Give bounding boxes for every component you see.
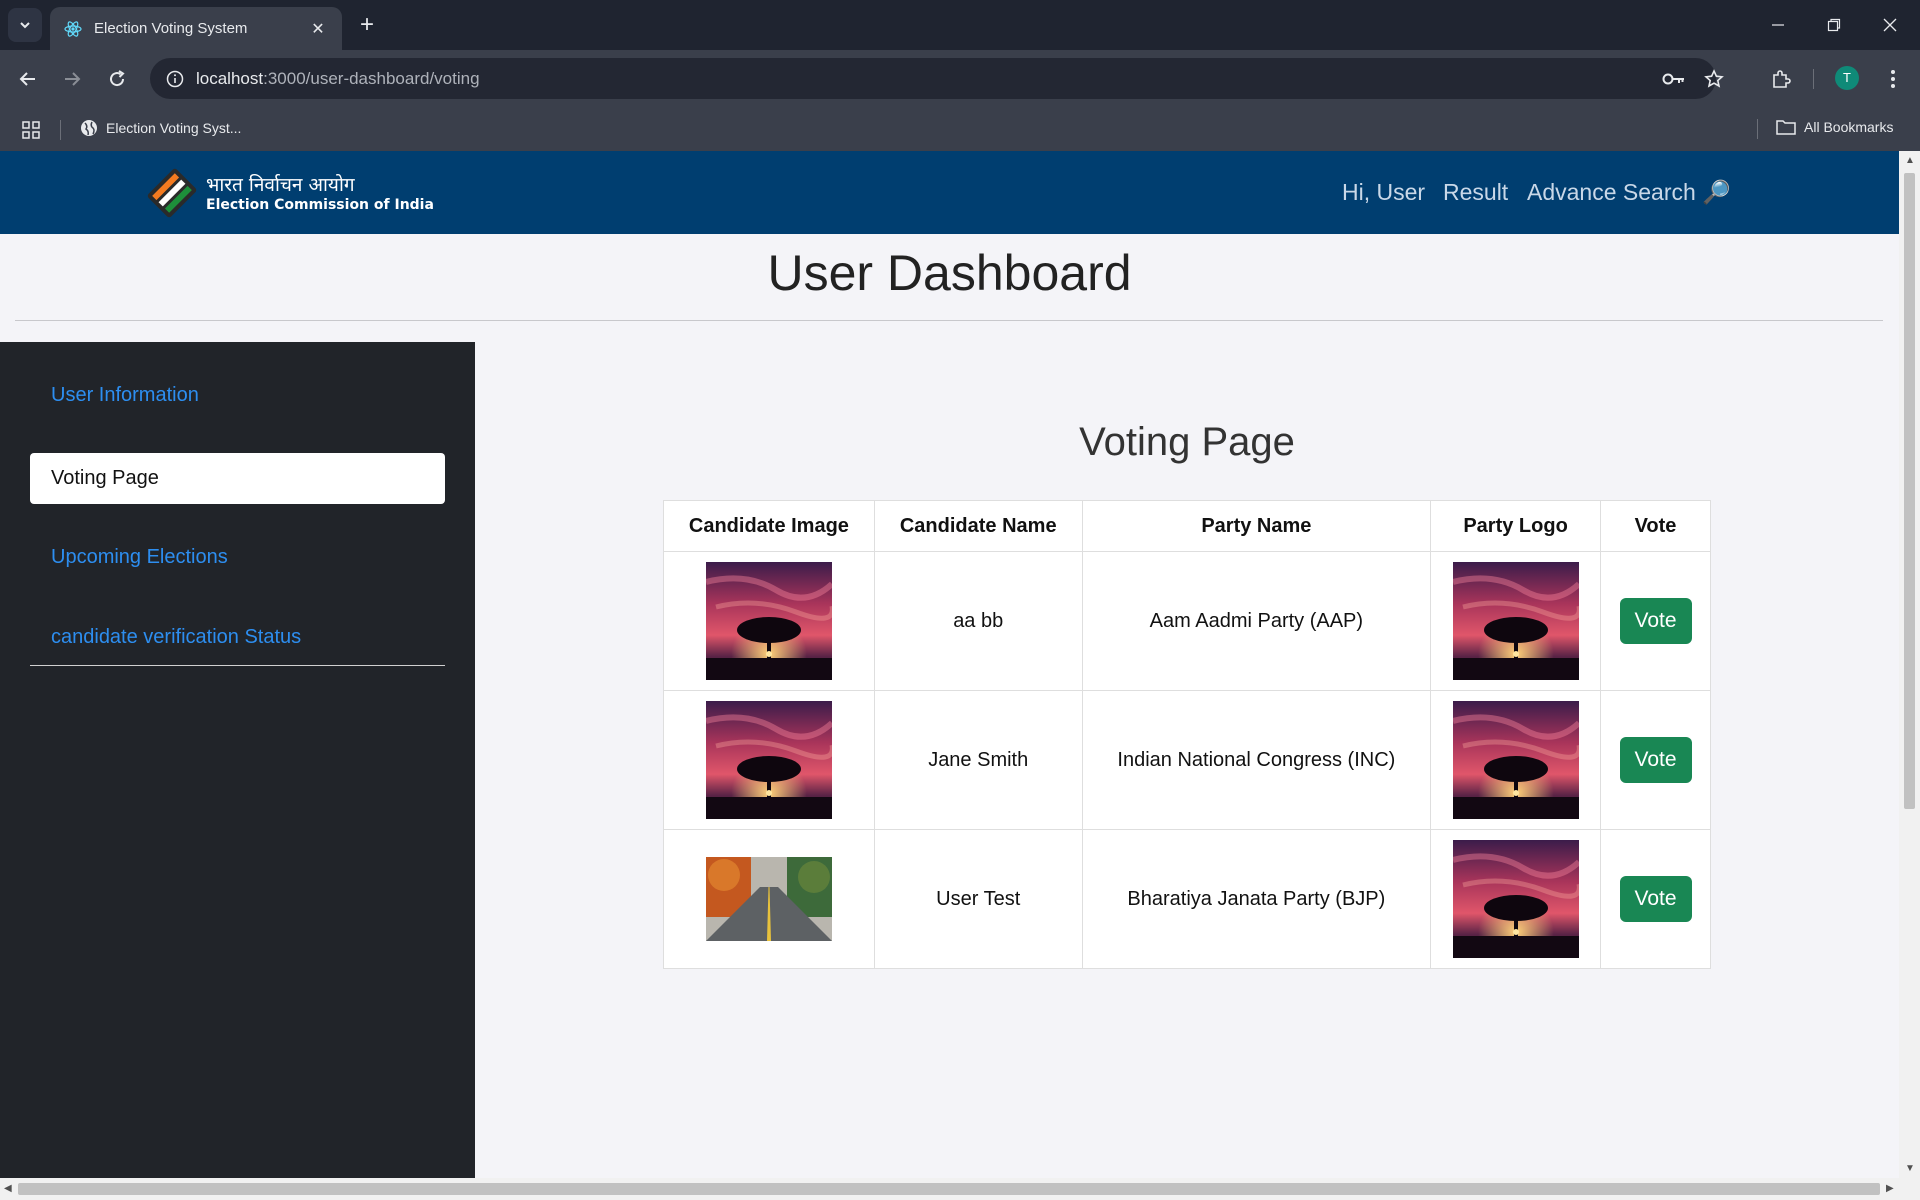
logo-hindi-text: भारत निर्वाचन आयोग	[206, 174, 355, 196]
back-icon[interactable]	[12, 63, 44, 95]
column-header-party-logo: Party Logo	[1430, 500, 1602, 552]
forward-icon[interactable]	[56, 63, 88, 95]
sidebar-item-user-information[interactable]: User Information	[30, 370, 445, 421]
eci-logo[interactable]	[142, 163, 202, 223]
nav-result[interactable]: Result	[1443, 179, 1508, 206]
vote-cell: Vote	[1600, 551, 1711, 691]
all-bookmarks-label: All Bookmarks	[1804, 119, 1894, 135]
page-title: User Dashboard	[767, 245, 1132, 301]
vote-cell: Vote	[1600, 690, 1711, 830]
folder-icon	[1776, 120, 1796, 135]
candidate-image-cell	[663, 551, 875, 691]
tab-search-button[interactable]	[8, 8, 42, 42]
scroll-up-icon[interactable]: ▲	[1905, 155, 1915, 166]
restore-icon[interactable]	[1806, 0, 1862, 50]
table-header-row: Candidate Image Candidate Name Party Nam…	[663, 500, 1711, 552]
column-header-candidate-image: Candidate Image	[663, 500, 875, 552]
vote-button[interactable]: Vote	[1619, 876, 1692, 922]
table-row: User Test Bharatiya Janata Party (BJP) V…	[663, 829, 1711, 969]
candidate-image-cell	[663, 829, 875, 969]
tab-title: Election Voting System	[94, 20, 248, 37]
party-name: Indian National Congress (INC)	[1081, 690, 1432, 830]
close-tab-icon[interactable]: ✕	[308, 19, 328, 39]
voting-title: Voting Page	[1079, 420, 1295, 464]
column-header-vote: Vote	[1600, 500, 1711, 552]
candidate-name: User Test	[873, 829, 1083, 969]
column-header-party-name: Party Name	[1081, 500, 1432, 552]
column-header-candidate-name: Candidate Name	[873, 500, 1083, 552]
extensions-icon[interactable]	[1766, 64, 1796, 94]
globe-icon	[81, 120, 97, 136]
sidebar-item-candidate-verification[interactable]: candidate verification Status	[30, 612, 445, 663]
divider	[15, 320, 1883, 321]
url-text: localhost:3000/user-dashboard/voting	[196, 69, 480, 88]
more-menu-icon[interactable]	[1878, 64, 1908, 94]
scroll-right-icon[interactable]: ▶	[1886, 1183, 1894, 1194]
address-bar[interactable]: localhost:3000/user-dashboard/voting	[150, 58, 1724, 99]
vote-button[interactable]: Vote	[1619, 737, 1692, 783]
toolbar-divider	[1813, 69, 1814, 89]
all-bookmarks-button[interactable]: All Bookmarks	[1776, 119, 1893, 135]
browser-toolbar: localhost:3000/user-dashboard/voting T	[0, 50, 1920, 107]
apps-grid-icon[interactable]	[22, 121, 40, 144]
minimize-icon[interactable]	[1750, 0, 1806, 50]
vote-button[interactable]: Vote	[1619, 598, 1692, 644]
sidebar-item-voting-page[interactable]: Voting Page	[30, 453, 445, 504]
react-icon	[64, 20, 82, 38]
logo-english-text: Election Commission of India	[206, 197, 434, 213]
candidate-image-cell	[663, 690, 875, 830]
candidate-name: Jane Smith	[873, 690, 1083, 830]
site-header: भारत निर्वाचन आयोग Election Commission o…	[0, 151, 1899, 234]
party-logo-cell	[1430, 829, 1602, 969]
candidate-image	[706, 562, 832, 680]
nav-advance-search[interactable]: Advance Search 🔎	[1527, 179, 1731, 206]
scroll-down-icon[interactable]: ▼	[1905, 1163, 1915, 1174]
sidebar-item-upcoming-elections[interactable]: Upcoming Elections	[30, 532, 445, 583]
vertical-scroll-thumb[interactable]	[1904, 173, 1915, 809]
horizontal-scrollbar[interactable]: ◀ ▶	[0, 1178, 1920, 1200]
party-logo-cell	[1430, 690, 1602, 830]
password-key-icon[interactable]	[1662, 67, 1686, 91]
voting-table: Candidate Image Candidate Name Party Nam…	[663, 500, 1711, 969]
bookmarks-divider	[60, 120, 61, 140]
sidebar-divider	[30, 665, 445, 666]
horizontal-scroll-thumb[interactable]	[18, 1183, 1880, 1195]
sidebar: User Information Voting Page Upcoming El…	[0, 342, 475, 1178]
vote-cell: Vote	[1600, 829, 1711, 969]
candidate-name: aa bb	[873, 551, 1083, 691]
candidate-image	[706, 701, 832, 819]
new-tab-icon[interactable]: +	[354, 12, 380, 38]
party-logo-image	[1453, 562, 1579, 680]
browser-tab-bar: Election Voting System ✕ +	[0, 0, 1920, 50]
chevron-down-icon	[20, 22, 30, 29]
browser-tab[interactable]: Election Voting System ✕	[50, 7, 342, 50]
reload-icon[interactable]	[101, 63, 133, 95]
bookmarks-divider-right	[1757, 119, 1758, 139]
vertical-scrollbar[interactable]: ▲ ▼	[1899, 151, 1920, 1178]
table-row: Jane Smith Indian National Congress (INC…	[663, 690, 1711, 830]
bookmark-label: Election Voting Syst...	[106, 120, 242, 136]
profile-avatar[interactable]: T	[1835, 66, 1859, 90]
party-name: Bharatiya Janata Party (BJP)	[1081, 829, 1432, 969]
table-row: aa bb Aam Aadmi Party (AAP) Vote	[663, 551, 1711, 691]
candidate-image	[706, 857, 832, 941]
bookmark-election-voting[interactable]: Election Voting Syst...	[80, 119, 241, 137]
party-logo-image	[1453, 701, 1579, 819]
party-logo-cell	[1430, 551, 1602, 691]
party-name: Aam Aadmi Party (AAP)	[1081, 551, 1432, 691]
scroll-left-icon[interactable]: ◀	[4, 1183, 12, 1194]
bookmarks-bar: Election Voting Syst... All Bookmarks	[0, 107, 1920, 151]
nav-greeting[interactable]: Hi, User	[1342, 179, 1425, 206]
bookmark-star-icon[interactable]	[1702, 67, 1726, 91]
party-logo-image	[1453, 840, 1579, 958]
site-info-icon[interactable]	[164, 68, 186, 90]
close-window-icon[interactable]	[1862, 0, 1918, 50]
